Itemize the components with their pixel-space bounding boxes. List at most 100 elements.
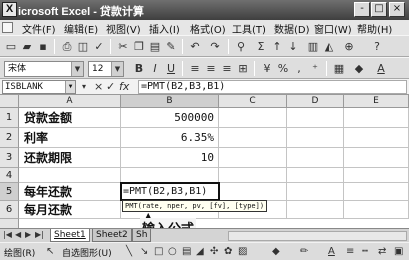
- wordart-icon[interactable]: ◢: [196, 246, 204, 257]
- cell-d5[interactable]: [287, 183, 344, 201]
- align-center-icon[interactable]: ≡: [204, 62, 218, 75]
- menu-insert[interactable]: 插入(I): [149, 21, 180, 36]
- italic-icon[interactable]: I: [148, 62, 162, 75]
- oval-icon[interactable]: ○: [168, 246, 177, 257]
- cut-icon[interactable]: ✂: [116, 40, 130, 53]
- fill-color-icon[interactable]: ◆: [272, 246, 280, 257]
- cell-c1[interactable]: [219, 108, 287, 128]
- row-header-7[interactable]: [0, 219, 19, 228]
- line-icon[interactable]: ╲: [126, 246, 132, 257]
- minimize-button[interactable]: -: [354, 2, 370, 17]
- print-preview-icon[interactable]: ◫: [76, 40, 90, 53]
- align-right-icon[interactable]: ≡: [220, 62, 234, 75]
- bold-icon[interactable]: B: [132, 62, 146, 75]
- help-icon[interactable]: ?: [370, 40, 384, 53]
- cell-e3[interactable]: [344, 148, 409, 168]
- comma-style-icon[interactable]: ,: [292, 62, 306, 75]
- column-header-c[interactable]: C: [219, 95, 287, 108]
- cell-c5[interactable]: [219, 183, 287, 201]
- cell-c3[interactable]: [219, 148, 287, 168]
- select-all-button[interactable]: [0, 95, 19, 108]
- cell-a1[interactable]: 贷款金额: [19, 108, 121, 128]
- autoshapes-button[interactable]: 自选图形(U): [62, 246, 112, 259]
- cell-d1[interactable]: [287, 108, 344, 128]
- previous-sheet-icon[interactable]: ◀: [15, 230, 21, 239]
- font-color-icon[interactable]: A: [374, 62, 388, 75]
- underline-icon[interactable]: U: [164, 62, 178, 75]
- excel-app-icon[interactable]: X: [2, 2, 17, 17]
- sort-descending-icon[interactable]: ↓: [286, 40, 300, 53]
- formula-input[interactable]: =PMT(B2,B3,B1): [138, 80, 407, 94]
- cancel-icon[interactable]: ×: [94, 80, 103, 93]
- diagram-icon[interactable]: ✣: [210, 246, 218, 257]
- cell-d3[interactable]: [287, 148, 344, 168]
- cell-b2[interactable]: 6.35%: [121, 128, 219, 148]
- menu-data[interactable]: 数据(D): [274, 21, 310, 36]
- font-color-icon[interactable]: A: [328, 246, 335, 257]
- fill-color-icon[interactable]: ◆: [352, 62, 366, 75]
- cell-d6[interactable]: [287, 201, 344, 219]
- cell-c2[interactable]: [219, 128, 287, 148]
- print-icon[interactable]: ⎙: [60, 40, 74, 53]
- row-header-6[interactable]: 6: [0, 201, 19, 219]
- spelling-icon[interactable]: ✓: [92, 40, 106, 53]
- hyperlink-icon[interactable]: ⚲: [234, 40, 248, 53]
- horizontal-scrollbar[interactable]: [228, 231, 407, 241]
- draw-menu-button[interactable]: 绘图(R): [4, 246, 35, 259]
- row-header-2[interactable]: 2: [0, 128, 19, 148]
- next-sheet-icon[interactable]: ▶: [25, 230, 31, 239]
- select-objects-icon[interactable]: ↖: [46, 246, 54, 257]
- cell-b4[interactable]: [121, 168, 219, 183]
- column-header-b[interactable]: B: [121, 95, 219, 108]
- row-header-5[interactable]: 5: [0, 183, 19, 201]
- row-header-1[interactable]: 1: [0, 108, 19, 128]
- cell-c4[interactable]: [219, 168, 287, 183]
- cell-b1[interactable]: 500000: [121, 108, 219, 128]
- cell-e4[interactable]: [344, 168, 409, 183]
- undo-icon[interactable]: ↶: [188, 40, 202, 53]
- sort-ascending-icon[interactable]: ↑: [270, 40, 284, 53]
- clipart-icon[interactable]: ✿: [224, 246, 232, 257]
- last-sheet-icon[interactable]: ▶|: [35, 230, 44, 239]
- chevron-down-icon[interactable]: ▼: [111, 62, 123, 76]
- format-painter-icon[interactable]: ✎: [164, 40, 178, 53]
- row-header-3[interactable]: 3: [0, 148, 19, 168]
- cell-d2[interactable]: [287, 128, 344, 148]
- cell-a4[interactable]: [19, 168, 121, 183]
- cell-e1[interactable]: [344, 108, 409, 128]
- cell-a3[interactable]: 还款期限: [19, 148, 121, 168]
- drawing-icon[interactable]: ◭: [322, 40, 336, 53]
- first-sheet-icon[interactable]: |◀: [3, 230, 12, 239]
- line-style-icon[interactable]: ≡: [346, 246, 354, 257]
- arrow-icon[interactable]: ↘: [140, 246, 148, 257]
- chevron-down-icon[interactable]: ▼: [65, 81, 75, 93]
- cell-d4[interactable]: [287, 168, 344, 183]
- menu-tools[interactable]: 工具(T): [232, 21, 266, 36]
- cell-a2[interactable]: 利率: [19, 128, 121, 148]
- column-header-e[interactable]: E: [344, 95, 409, 108]
- paste-icon[interactable]: ▤: [148, 40, 162, 53]
- arrow-style-icon[interactable]: ⇄: [378, 246, 386, 257]
- dash-style-icon[interactable]: ┅: [362, 246, 368, 257]
- cell-e5[interactable]: [344, 183, 409, 201]
- currency-icon[interactable]: ¥: [260, 62, 274, 75]
- rectangle-icon[interactable]: □: [154, 246, 163, 257]
- chart-wizard-icon[interactable]: ▥: [306, 40, 320, 53]
- copy-icon[interactable]: ❐: [132, 40, 146, 53]
- chevron-down-icon[interactable]: ▼: [71, 62, 83, 76]
- save-icon[interactable]: ▪: [36, 40, 50, 53]
- merge-center-icon[interactable]: ⊞: [236, 62, 250, 75]
- cell-b3[interactable]: 10: [121, 148, 219, 168]
- new-icon[interactable]: ▭: [4, 40, 18, 53]
- textbox-icon[interactable]: ▤: [182, 246, 191, 257]
- cell-e6[interactable]: [344, 201, 409, 219]
- borders-icon[interactable]: ▦: [332, 62, 346, 75]
- line-color-icon[interactable]: ✏: [300, 246, 308, 257]
- tab-sheet1[interactable]: Sheet1: [50, 229, 90, 242]
- autosum-icon[interactable]: Σ: [254, 40, 268, 53]
- redo-icon[interactable]: ↷: [208, 40, 222, 53]
- menu-format[interactable]: 格式(O): [190, 21, 226, 36]
- function-dropdown-icon[interactable]: ▾: [82, 82, 86, 91]
- tab-sheet3[interactable]: Sh: [132, 229, 152, 242]
- workbook-icon[interactable]: [2, 22, 13, 33]
